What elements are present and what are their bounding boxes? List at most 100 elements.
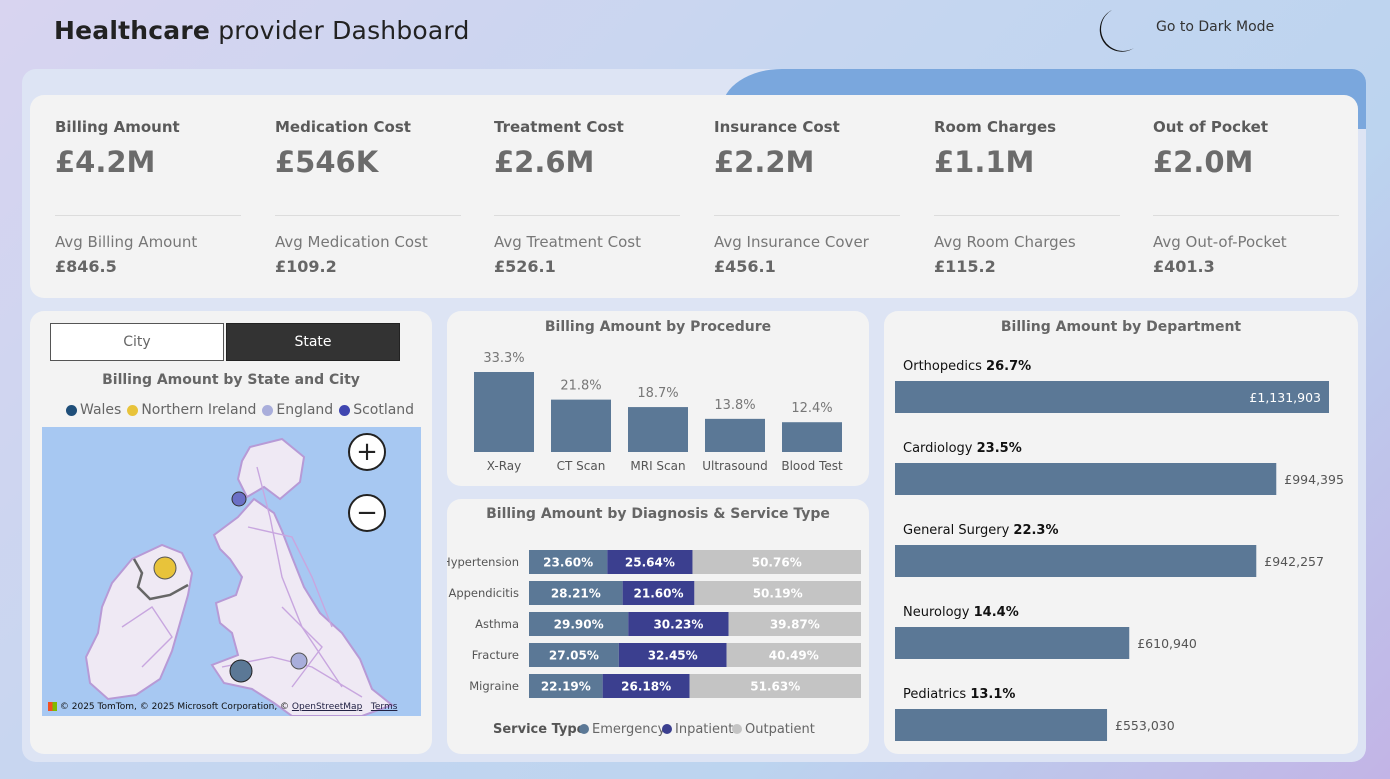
legend-item[interactable]: Northern Ireland — [127, 402, 256, 418]
zoom-in-button[interactable]: + — [348, 433, 386, 471]
department-name: Cardiology — [903, 441, 973, 456]
department-percent: 13.1% — [970, 687, 1015, 702]
map-title: Billing Amount by State and City — [102, 372, 360, 388]
kpi-label: Medication Cost — [275, 118, 411, 136]
procedure-bar[interactable] — [551, 399, 611, 452]
service-type-legend-label[interactable]: Emergency — [592, 722, 666, 737]
map-card: City State Billing Amount by State and C… — [30, 311, 432, 754]
diagnosis-data-label: 51.63% — [750, 680, 800, 694]
kpi-label: Room Charges — [934, 118, 1057, 136]
procedure-bar[interactable] — [628, 407, 688, 452]
procedure-tick-label: CT Scan — [557, 459, 606, 473]
department-value-label: £1,131,903 — [1249, 390, 1321, 405]
kpi-avg-label: Avg Room Charges — [934, 233, 1076, 251]
map-view[interactable]: + − © 2025 TomTom, © 2025 Microsoft Corp… — [42, 427, 421, 716]
kpi-avg-value: £456.1 — [714, 257, 776, 276]
bubble-scotland — [231, 491, 247, 507]
diagnosis-tick-label: Migraine — [469, 679, 519, 693]
kpi-avg-label: Avg Billing Amount — [55, 233, 198, 251]
toggle-city-button[interactable]: City — [50, 323, 224, 361]
procedure-data-label: 18.7% — [637, 386, 678, 401]
legend-item[interactable]: England — [262, 402, 333, 418]
kpi-value: £2.6M — [494, 145, 595, 179]
kpi-avg-value: £526.1 — [494, 257, 556, 276]
procedure-tick-label: X-Ray — [487, 459, 521, 473]
diagnosis-data-label: 22.19% — [541, 680, 591, 694]
department-chart-card: Billing Amount by Department Orthopedics… — [884, 311, 1358, 754]
osm-link[interactable]: OpenStreetMap — [292, 702, 362, 712]
kpi-avg-label: Avg Insurance Cover — [714, 233, 869, 251]
terms-link[interactable]: Terms — [371, 702, 398, 712]
procedure-chart-card: Billing Amount by Procedure 33.3% X-Ray 21… — [447, 311, 869, 486]
procedure-bar[interactable] — [474, 372, 534, 452]
department-category-label: Cardiology 23.5% — [903, 441, 1022, 456]
kpi-label: Insurance Cost — [714, 118, 840, 136]
diagnosis-data-label: 40.49% — [769, 649, 819, 663]
legend-dot — [262, 404, 274, 416]
dark-mode-button[interactable]: Go to Dark Mode — [1156, 19, 1274, 35]
department-bar[interactable] — [895, 709, 1108, 741]
page-title: Healthcare provider Dashboard — [54, 16, 470, 45]
kpi-label: Billing Amount — [55, 118, 180, 136]
department-category-label: Neurology 14.4% — [903, 605, 1019, 620]
department-name: Pediatrics — [903, 687, 966, 702]
legend-dot — [339, 404, 351, 416]
kpi-card: Billing Amount £4.2M Avg Billing Amount £84… — [30, 95, 1358, 298]
diagnosis-data-label: 50.76% — [752, 556, 802, 570]
department-bar[interactable] — [895, 463, 1277, 495]
bubble-england — [290, 652, 308, 670]
kpi-avg-label: Avg Treatment Cost — [494, 233, 641, 251]
legend-item[interactable]: Scotland — [339, 402, 414, 418]
diagnosis-chart-card: Billing Amount by Diagnosis & Service Ty… — [447, 499, 869, 754]
legend-label: Scotland — [353, 402, 415, 418]
kpi-avg-value: £115.2 — [934, 257, 996, 276]
department-bar[interactable] — [895, 627, 1130, 659]
kpi-avg-value: £401.3 — [1153, 257, 1215, 276]
legend-label: Northern Ireland — [141, 402, 257, 418]
department-percent: 23.5% — [977, 441, 1022, 456]
moon-icon[interactable] — [1076, 6, 1136, 56]
diagnosis-tick-label: Fracture — [472, 648, 519, 662]
diagnosis-data-label: 29.90% — [554, 618, 604, 632]
diagnosis-data-label: 32.45% — [648, 649, 698, 663]
department-value-label: £610,940 — [1137, 636, 1197, 651]
kpi-divider — [275, 215, 461, 216]
kpi-avg-value: £109.2 — [275, 257, 337, 276]
kpi-divider — [1153, 215, 1339, 216]
service-type-legend-label[interactable]: Inpatient — [675, 722, 733, 737]
kpi-value: £2.2M — [714, 145, 815, 179]
kpi-avg-label: Avg Medication Cost — [275, 233, 428, 251]
diagnosis-chart: Hypertension 23.60% 25.64% 50.76% Appendicit… — [447, 550, 861, 737]
service-type-legend-label[interactable]: Outpatient — [745, 722, 815, 737]
department-value-label: £994,395 — [1284, 472, 1344, 487]
department-percent: 22.3% — [1013, 523, 1058, 538]
department-bar[interactable] — [895, 545, 1257, 577]
department-name: General Surgery — [903, 523, 1010, 538]
department-category-label: General Surgery 22.3% — [903, 523, 1059, 538]
procedure-data-label: 13.8% — [714, 398, 755, 413]
legend-item[interactable]: Wales — [66, 402, 121, 418]
diagnosis-tick-label: Hypertension — [447, 555, 519, 569]
service-type-legend-dot — [662, 724, 672, 734]
kpi-label: Out of Pocket — [1153, 118, 1268, 136]
procedure-bar[interactable] — [782, 422, 842, 452]
department-name: Orthopedics — [903, 359, 982, 374]
toggle-state-button[interactable]: State — [226, 323, 400, 361]
diagnosis-tick-label: Asthma — [475, 617, 519, 631]
legend-dot — [127, 404, 139, 416]
map-legend: Wales Northern Ireland England Scotland — [66, 402, 414, 418]
procedure-data-label: 33.3% — [483, 351, 524, 366]
kpi-divider — [55, 215, 241, 216]
procedure-chart: 33.3% X-Ray 21.8% CT Scan 18.7% MRI Scan 13.8%… — [474, 351, 843, 473]
kpi-value: £546K — [275, 145, 379, 179]
service-type-legend-dot — [732, 724, 742, 734]
kpi-avg-value: £846.5 — [55, 257, 117, 276]
zoom-out-button[interactable]: − — [348, 494, 386, 532]
kpi-label: Treatment Cost — [494, 118, 624, 136]
diagnosis-tick-label: Appendicitis — [448, 586, 519, 600]
procedure-bar[interactable] — [705, 418, 765, 452]
bubble-wales — [229, 659, 253, 683]
department-value-label: £942,257 — [1264, 554, 1324, 569]
kpi-value: £1.1M — [934, 145, 1035, 179]
diagnosis-data-label: 21.60% — [634, 587, 684, 601]
